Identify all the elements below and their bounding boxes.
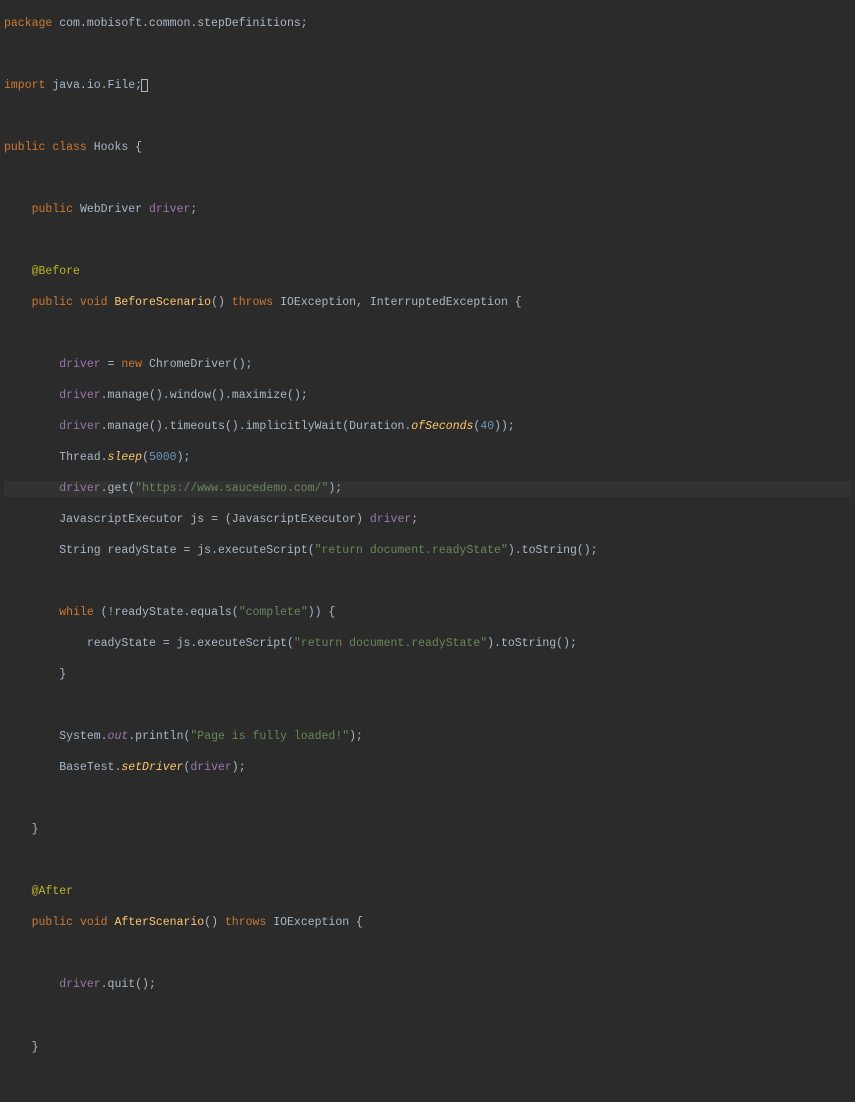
code-line: System.out.println("Page is fully loaded… (4, 729, 851, 745)
code-line: driver.manage().window().maximize(); (4, 388, 851, 404)
code-line: readyState = js.executeScript("return do… (4, 636, 851, 652)
code-line-highlighted: driver.get("https://www.saucedemo.com/")… (4, 481, 851, 497)
code-line: import java.io.File; (4, 78, 851, 94)
code-line: package com.mobisoft.common.stepDefiniti… (4, 16, 851, 32)
code-line: @After (4, 884, 851, 900)
code-line: @Before (4, 264, 851, 280)
code-line: BaseTest.setDriver(driver); (4, 760, 851, 776)
code-line: public WebDriver driver; (4, 202, 851, 218)
cursor-indicator (141, 79, 148, 92)
code-line (4, 171, 851, 187)
code-line: driver.quit(); (4, 977, 851, 993)
code-line (4, 853, 851, 869)
code-line: public void AfterScenario() throws IOExc… (4, 915, 851, 931)
code-line: public class Hooks { (4, 140, 851, 156)
code-line: while (!readyState.equals("complete")) { (4, 605, 851, 621)
code-line: Thread.sleep(5000); (4, 450, 851, 466)
code-line (4, 109, 851, 125)
code-line: driver = new ChromeDriver(); (4, 357, 851, 373)
code-line: } (4, 667, 851, 683)
code-line (4, 1009, 851, 1025)
code-line (4, 698, 851, 714)
code-line (4, 1071, 851, 1087)
code-line: } (4, 822, 851, 838)
code-line (4, 946, 851, 962)
code-line (4, 326, 851, 342)
code-line (4, 47, 851, 63)
code-line: public void BeforeScenario() throws IOEx… (4, 295, 851, 311)
code-line: driver.manage().timeouts().implicitlyWai… (4, 419, 851, 435)
code-line (4, 233, 851, 249)
code-line: } (4, 1040, 851, 1056)
code-line: JavascriptExecutor js = (JavascriptExecu… (4, 512, 851, 528)
code-editor[interactable]: package com.mobisoft.common.stepDefiniti… (0, 0, 855, 1102)
code-line (4, 574, 851, 590)
code-line (4, 791, 851, 807)
